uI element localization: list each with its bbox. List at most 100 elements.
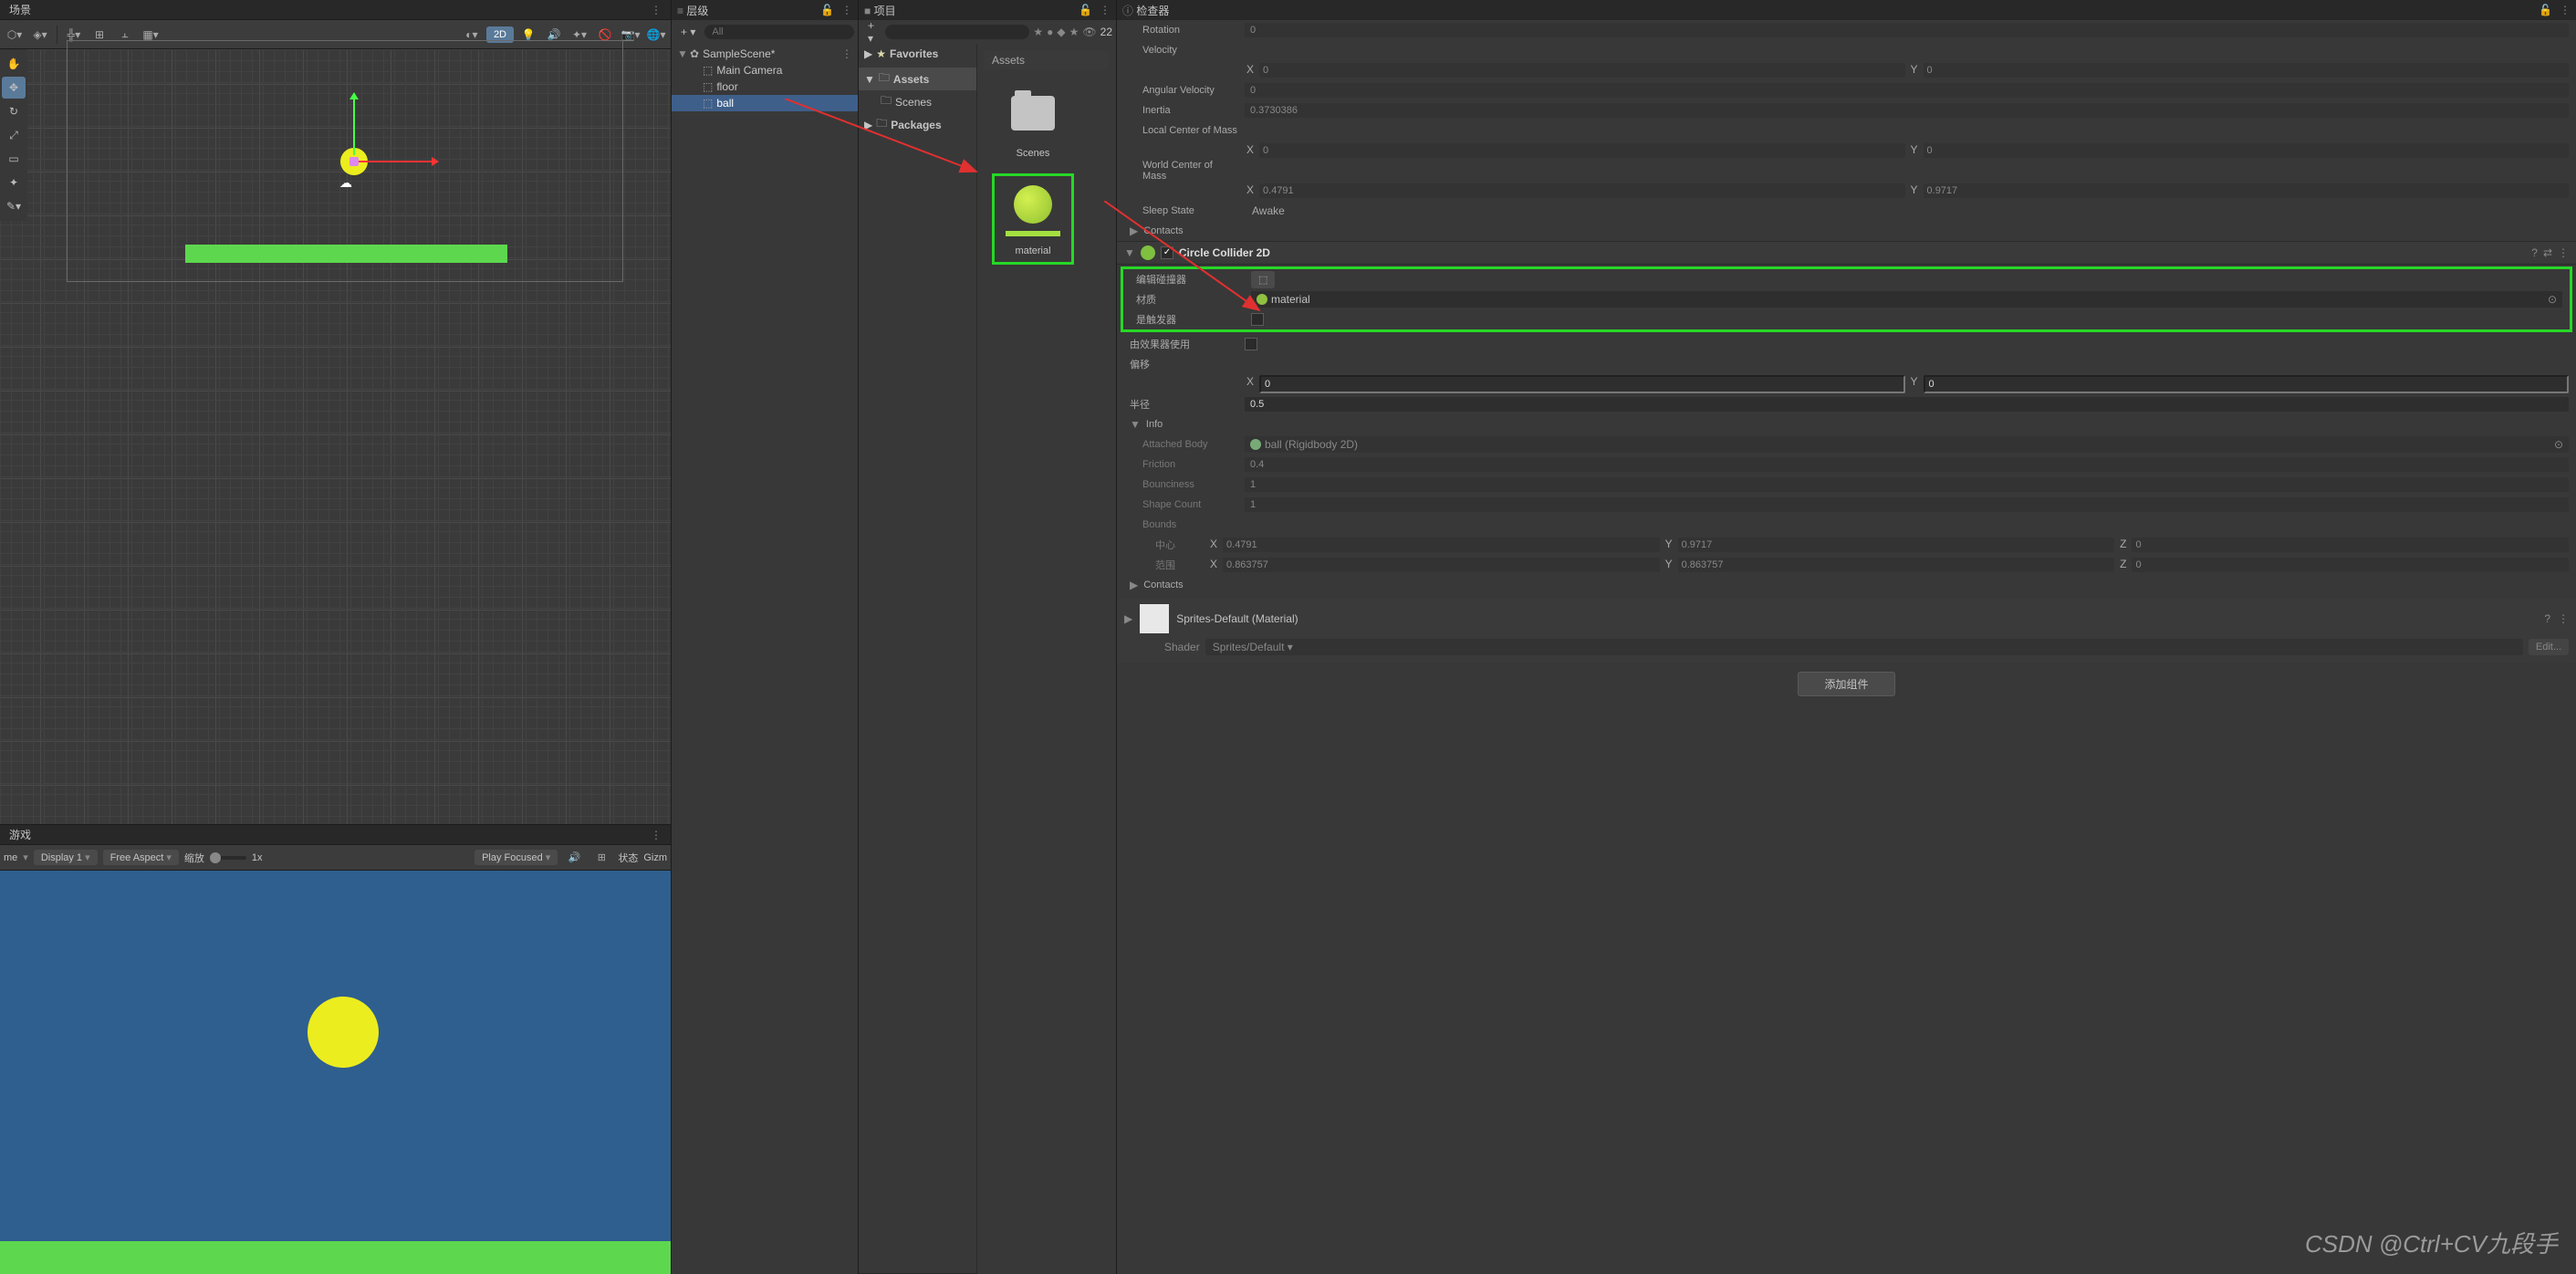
- project-search-input[interactable]: [885, 25, 1029, 39]
- scene-row[interactable]: ▼ ✿ SampleScene* ⋮: [672, 46, 858, 62]
- offset-x-input[interactable]: [1259, 375, 1904, 393]
- edit-collider-button[interactable]: ⬚: [1251, 271, 1275, 288]
- hand-tool-icon[interactable]: ✋: [2, 53, 26, 75]
- scale-label: 缩放: [184, 851, 204, 865]
- rect-tool-icon[interactable]: ▭: [2, 148, 26, 170]
- is-trigger-checkbox[interactable]: [1251, 313, 1264, 326]
- velocity-y: 0: [1924, 63, 2569, 78]
- play-focused-dropdown[interactable]: Play Focused: [475, 850, 558, 865]
- project-menu-icon[interactable]: ⋮: [1100, 4, 1111, 16]
- material-field[interactable]: material⊙: [1251, 291, 2562, 308]
- hierarchy-tab[interactable]: ≡ 层级: [677, 3, 708, 18]
- bounds-center-label: 中心: [1130, 538, 1203, 552]
- friction-label: Friction: [1130, 459, 1239, 470]
- filter-favorites-icon[interactable]: ★: [1033, 26, 1043, 38]
- object-picker-icon[interactable]: ⊙: [2548, 293, 2557, 306]
- gizmos-label[interactable]: Gizm: [643, 852, 667, 863]
- project-add-button[interactable]: + ▾: [862, 19, 881, 45]
- scene-tab[interactable]: 场景: [9, 2, 31, 17]
- favorites-row[interactable]: ▶★Favorites: [859, 46, 976, 62]
- particle-icon: [339, 175, 356, 184]
- inspector-menu-icon[interactable]: ⋮: [2560, 4, 2571, 16]
- scale-slider[interactable]: [210, 856, 246, 860]
- world-com-x: 0.4791: [1259, 183, 1904, 198]
- transform-tool-icon[interactable]: ✦: [2, 172, 26, 193]
- hierarchy-item-ball[interactable]: ⬚ ball: [672, 95, 858, 111]
- lock-icon[interactable]: 🔓: [2539, 4, 2552, 16]
- gameobject-icon: ⬚: [703, 80, 713, 93]
- is-trigger-label: 是触发器: [1136, 312, 1246, 327]
- bounds-center-y: 0.9717: [1678, 538, 2115, 552]
- local-dropdown-icon[interactable]: ◈▾: [29, 25, 51, 45]
- bounds-center-x: 0.4791: [1223, 538, 1660, 552]
- bounds-extents-y: 0.863757: [1678, 558, 2115, 572]
- bounds-label: Bounds: [1130, 519, 1239, 530]
- hierarchy-item-floor[interactable]: ⬚ floor: [672, 78, 858, 95]
- asset-scenes-folder[interactable]: Scenes: [992, 84, 1074, 159]
- inertia-label: Inertia: [1130, 105, 1239, 116]
- lock-icon[interactable]: 🔓: [820, 4, 834, 16]
- radius-input[interactable]: [1245, 397, 2569, 412]
- scene-options-icon[interactable]: ⋮: [841, 47, 852, 60]
- packages-folder-row[interactable]: ▶🗀Packages: [859, 113, 976, 136]
- mute-audio-icon[interactable]: 🔊: [563, 848, 585, 868]
- scenes-folder-row[interactable]: 🗀Scenes: [859, 90, 976, 113]
- lock-icon[interactable]: 🔓: [1079, 4, 1092, 16]
- used-by-effector-checkbox[interactable]: [1245, 338, 1257, 350]
- offset-label: 偏移: [1130, 357, 1239, 371]
- inertia-value: 0.3730386: [1245, 103, 2569, 118]
- bounciness-value: 1: [1245, 477, 2569, 492]
- floor-sprite[interactable]: [185, 245, 507, 263]
- bounciness-label: Bounciness: [1130, 479, 1239, 490]
- sprites-default-title: Sprites-Default (Material): [1176, 612, 2537, 625]
- help-icon[interactable]: ?: [2544, 612, 2550, 625]
- circle-collider-header[interactable]: ▼ Circle Collider 2D ?⇄⋮: [1117, 241, 2576, 265]
- add-component-button[interactable]: 添加组件: [1798, 672, 1894, 696]
- project-tab[interactable]: ■ 项目: [864, 3, 896, 18]
- edit-shader-button[interactable]: Edit...: [2529, 639, 2569, 655]
- shader-dropdown[interactable]: Sprites/Default: [1205, 639, 2523, 655]
- preset-icon[interactable]: ⇄: [2543, 246, 2552, 259]
- filter-type-icon[interactable]: ●: [1047, 26, 1053, 38]
- x-axis-gizmo[interactable]: [354, 161, 436, 162]
- assets-breadcrumb[interactable]: Assets: [985, 51, 1109, 69]
- y-axis-gizmo[interactable]: [353, 95, 355, 155]
- hierarchy-add-button[interactable]: + ▾: [675, 26, 701, 38]
- contacts-foldout[interactable]: Contacts: [1143, 225, 1253, 236]
- scene-view[interactable]: ✋ ✥ ↻ ⤢ ▭ ✦ ✎▾: [0, 49, 671, 824]
- stats-icon[interactable]: ⊞: [590, 848, 612, 868]
- display-dropdown[interactable]: Display 1: [34, 850, 98, 865]
- pivot-dropdown-icon[interactable]: ⬡▾: [4, 25, 26, 45]
- gizmos-icon[interactable]: 🌐▾: [645, 25, 667, 45]
- watermark: CSDN @Ctrl+CV九段手: [2305, 1226, 2558, 1259]
- assets-folder-row[interactable]: ▼🗀Assets: [859, 68, 976, 90]
- asset-material[interactable]: material: [992, 173, 1074, 265]
- custom-tool-icon[interactable]: ✎▾: [2, 195, 26, 217]
- material-menu-icon[interactable]: ⋮: [2558, 612, 2569, 625]
- inspector-tab[interactable]: ⓘ 检查器: [1122, 3, 1169, 18]
- filter-save-icon[interactable]: ★: [1069, 26, 1079, 38]
- shape-count-value: 1: [1245, 497, 2569, 512]
- circle-collider-enabled-checkbox[interactable]: [1161, 246, 1173, 259]
- hierarchy-item-camera[interactable]: ⬚ Main Camera: [672, 62, 858, 78]
- move-tool-icon[interactable]: ✥: [2, 77, 26, 99]
- scale-tool-icon[interactable]: ⤢: [2, 124, 26, 146]
- game-tab-menu-icon[interactable]: ⋮: [651, 829, 662, 841]
- folder-icon: [1011, 96, 1055, 131]
- offset-y-input[interactable]: [1924, 375, 2569, 393]
- component-menu-icon[interactable]: ⋮: [2558, 246, 2569, 259]
- material-foldout-arrow[interactable]: ▶: [1124, 612, 1132, 625]
- gizmo-center[interactable]: [349, 157, 359, 166]
- rotate-tool-icon[interactable]: ↻: [2, 100, 26, 122]
- info-foldout[interactable]: Info: [1146, 419, 1256, 430]
- bounds-extents-x: 0.863757: [1223, 558, 1660, 572]
- hierarchy-search-input[interactable]: [704, 25, 854, 39]
- contacts2-foldout[interactable]: Contacts: [1143, 580, 1253, 590]
- filter-label-icon[interactable]: ◆: [1057, 26, 1065, 38]
- help-icon[interactable]: ?: [2531, 246, 2538, 259]
- game-tab[interactable]: 游戏: [9, 827, 31, 842]
- hierarchy-menu-icon[interactable]: ⋮: [841, 4, 852, 16]
- used-by-effector-label: 由效果器使用: [1130, 337, 1239, 351]
- aspect-dropdown[interactable]: Free Aspect: [103, 850, 179, 865]
- scene-tab-menu-icon[interactable]: ⋮: [651, 4, 662, 16]
